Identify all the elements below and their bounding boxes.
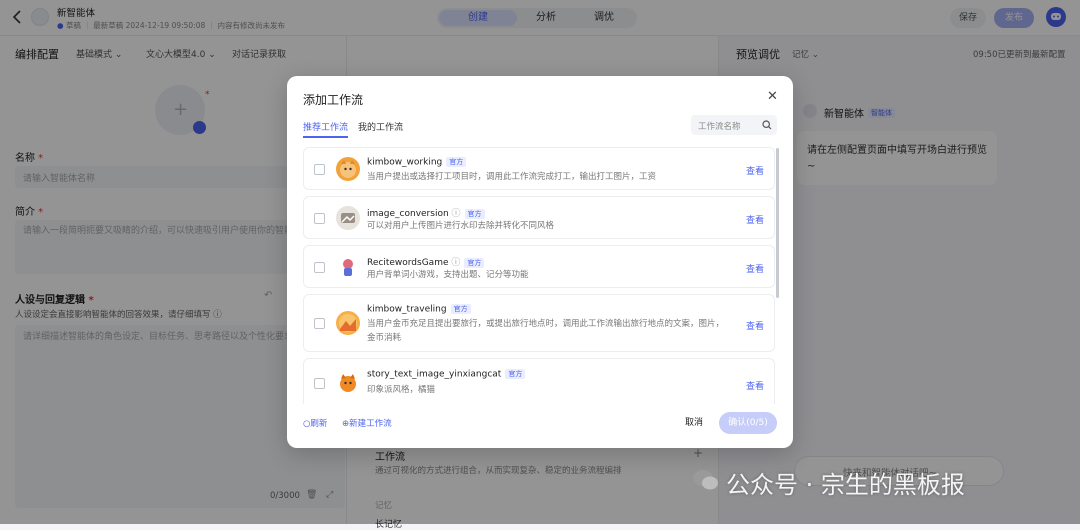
dialog-title: 添加工作流 [303, 93, 364, 107]
workflow-avatar-orange-cat [336, 371, 360, 395]
workflow-avatar-image [336, 206, 360, 230]
official-tag: 官方 [505, 369, 526, 379]
cancel-button[interactable]: 取消 [675, 412, 713, 434]
workflow-item: kimbow_traveling 官方 当用户金币充足且提出要旅行，或提出旅行地点… [303, 294, 775, 352]
workflow-name: image_conversion ⓘ 官方 [367, 206, 485, 219]
view-link[interactable]: 查看 [746, 319, 764, 332]
official-tag: 官方 [464, 257, 485, 268]
tab-my-workflows[interactable]: 我的工作流 [358, 120, 403, 133]
workflow-item: image_conversion ⓘ 官方 可以对用户上传图片进行水印去除并转化不… [303, 196, 775, 239]
tab-recommended-workflows[interactable]: 推荐工作流 [303, 120, 349, 138]
view-link[interactable]: 查看 [746, 213, 764, 226]
new-workflow-button[interactable]: ⊕新建工作流 [342, 417, 392, 429]
workflow-avatar-cat [336, 157, 360, 181]
view-link[interactable]: 查看 [746, 262, 764, 275]
workflow-item: RecitewordsGame ⓘ 官方 用户背单词小游戏，支持出题、记分等功能 … [303, 245, 775, 288]
watermark-text: 公众号 · 宗生的黑板报 [726, 471, 965, 499]
workflow-checkbox[interactable] [314, 213, 325, 224]
official-tag: 官方 [464, 208, 485, 219]
list-scrollbar[interactable] [776, 148, 779, 298]
workflow-list: kimbow_working 官方 当用户提出或选择打工项目时，调用此工作流完成打… [287, 146, 793, 404]
official-tag: 官方 [446, 157, 467, 167]
workflow-checkbox[interactable] [314, 164, 325, 175]
workflow-name: kimbow_traveling 官方 [367, 304, 471, 315]
workflow-item: story_text_image_yinxiangcat 官方 印象派风格，橘猫 … [303, 358, 775, 404]
workflow-desc: 当用户金币充足且提出要旅行，或提出旅行地点时，调用此工作流输出旅行地点的文案，图… [367, 319, 725, 343]
workflow-checkbox[interactable] [314, 378, 325, 389]
info-icon[interactable]: ⓘ [452, 209, 461, 219]
workflow-name: kimbow_working 官方 [367, 157, 467, 168]
workflow-name: RecitewordsGame ⓘ 官方 [367, 255, 485, 268]
workflow-desc: 印象派风格，橘猫 [367, 385, 436, 395]
workflow-name: story_text_image_yinxiangcat 官方 [367, 369, 526, 380]
official-tag: 官方 [450, 304, 471, 314]
workflow-checkbox[interactable] [314, 318, 325, 329]
workflow-avatar-mascot [336, 255, 360, 279]
workflow-desc: 当用户提出或选择打工项目时，调用此工作流完成打工，输出打工图片，工资 [367, 172, 657, 182]
info-icon[interactable]: ⓘ [451, 258, 460, 268]
workflow-item: kimbow_working 官方 当用户提出或选择打工项目时，调用此工作流完成打… [303, 147, 775, 190]
workflow-desc: 可以对用户上传图片进行水印去除并转化不同风格 [367, 221, 555, 231]
close-icon[interactable]: ✕ [767, 90, 778, 104]
workflow-desc: 用户背单词小游戏，支持出题、记分等功能 [367, 270, 529, 280]
workflow-avatar-travel [336, 311, 360, 335]
wechat-logo-icon [692, 468, 720, 492]
view-link[interactable]: 查看 [746, 379, 764, 392]
view-link[interactable]: 查看 [746, 164, 764, 177]
search-icon[interactable] [762, 120, 772, 130]
refresh-button[interactable]: ○刷新 [303, 417, 327, 429]
add-workflow-dialog: 添加工作流 ✕ 推荐工作流 我的工作流 工作流名称 kimbow_working… [287, 76, 793, 448]
workflow-checkbox[interactable] [314, 262, 325, 273]
confirm-button[interactable]: 确认(0/5) [719, 412, 777, 434]
